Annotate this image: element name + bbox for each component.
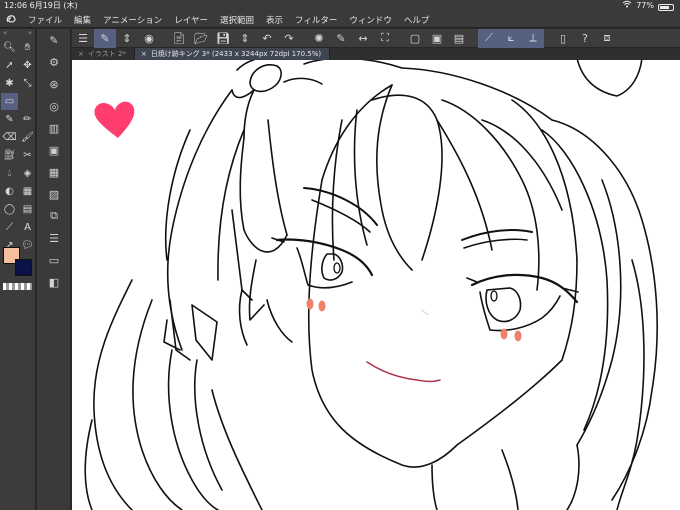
airbrush-icon[interactable]: ⛽︎ <box>1 147 18 164</box>
drawing-canvas[interactable] <box>72 60 680 510</box>
material-icon[interactable]: ◧ <box>37 271 71 293</box>
menu-help[interactable]: ヘルプ <box>398 14 436 26</box>
status-time: 12:06 6月19日 (木) <box>4 1 78 10</box>
ruler-icon[interactable]: ⟋ <box>1 219 18 236</box>
battery-icon <box>658 3 674 11</box>
navigator-icon[interactable]: ▭ <box>37 249 71 271</box>
shape-icon[interactable]: ◯ <box>1 201 18 218</box>
auto-select-icon[interactable]: ✱ <box>1 75 18 92</box>
command-bar: ☰ ✎ ⇕ ◉ 📄︎ 📂︎ 💾︎ ⇕ ↶ ↷ ✺ ✎ ↔ ⛶ ▢ ▣ ▤ ⟋ ⟀… <box>72 28 680 48</box>
balloon-icon[interactable]: 💬︎ <box>19 237 36 254</box>
operation-icon[interactable]: ➚ <box>1 57 18 74</box>
fill-layer-icon[interactable]: ✎ <box>330 29 352 48</box>
menu-layer[interactable]: レイヤー <box>168 14 214 26</box>
canvas-tabs: × イラスト 2* × 日焼け跡キング 3* (2433 x 3244px 72dp… <box>72 48 680 60</box>
battery-percent: 77% <box>636 1 654 10</box>
gradient-icon[interactable]: ◐ <box>1 183 18 200</box>
transparent-color-swatch[interactable] <box>3 283 32 290</box>
eraser-icon[interactable]: ⌫ <box>1 129 18 146</box>
deselect-icon[interactable]: ▣ <box>426 29 448 48</box>
transform-icon[interactable]: ↔ <box>352 29 374 48</box>
wifi-icon <box>622 0 632 12</box>
new-file-icon[interactable]: 📄︎ <box>168 29 190 48</box>
tool-property-icon[interactable]: ⚙︎ <box>37 51 71 73</box>
pencil-icon[interactable]: ✏︎ <box>19 111 36 128</box>
collapse-left-icon[interactable]: « <box>3 29 7 39</box>
eyedropper-icon[interactable]: ⤡ <box>19 75 36 92</box>
smartphone-icon[interactable]: ▯ <box>552 29 574 48</box>
decoration-icon[interactable]: ✂︎ <box>19 147 36 164</box>
crop-icon[interactable]: ⛶ <box>374 29 396 48</box>
menu-edit[interactable]: 編集 <box>68 14 97 26</box>
fill-icon[interactable]: ◈ <box>19 165 36 182</box>
line-art <box>84 60 659 510</box>
menu-bar: ファイル 編集 アニメーション レイヤー 選択範囲 表示 フィルター ウィンドウ… <box>0 12 680 28</box>
open-file-icon[interactable]: 📂︎ <box>190 29 212 48</box>
redo-icon[interactable]: ↷ <box>278 29 300 48</box>
frame-icon[interactable]: ▤ <box>19 201 36 218</box>
approx-color-icon[interactable]: ▦ <box>37 161 71 183</box>
sub-color-swatch[interactable] <box>15 259 32 276</box>
palette-bar: ✎ ⚙︎ ⊛ ◎ ▥ ▣ ▦ ▨ ⧉ ☰ ▭ ◧ <box>37 29 71 510</box>
close-icon[interactable]: × <box>78 48 84 60</box>
snap-special-ruler-icon[interactable]: ⟀ <box>500 28 522 48</box>
tab-illust-2[interactable]: × イラスト 2* <box>72 48 135 60</box>
select-all-icon[interactable]: ▢ <box>404 29 426 48</box>
snap-grid-icon[interactable]: ⟂ <box>522 28 544 48</box>
export-icon[interactable]: ⇕ <box>234 29 256 48</box>
clip-studio-logo-icon[interactable] <box>0 12 22 28</box>
snap-ruler-icon[interactable]: ⟋ <box>478 28 500 48</box>
move-icon[interactable]: ✥ <box>19 57 36 74</box>
pen-pressure-icon[interactable]: ✎ <box>94 28 116 48</box>
hamburger-menu-icon[interactable]: ☰ <box>72 29 94 48</box>
blend-icon[interactable]: 💧︎ <box>1 165 18 182</box>
color-history-icon[interactable]: ▨ <box>37 183 71 205</box>
tab-current[interactable]: × 日焼け跡キング 3* (2433 x 3244px 72dpi 170.5%) <box>134 48 331 60</box>
reference-icon[interactable]: ◉ <box>138 29 160 48</box>
menu-selection[interactable]: 選択範囲 <box>214 14 260 26</box>
layer-property-icon[interactable]: ☰ <box>37 227 71 249</box>
subtool-icon[interactable]: ✎ <box>37 29 71 51</box>
color-set-icon[interactable]: ▥ <box>37 117 71 139</box>
intermediate-color-icon[interactable]: ▣ <box>37 139 71 161</box>
menu-view[interactable]: 表示 <box>260 14 289 26</box>
zoom-icon[interactable]: 🔍︎ <box>1 39 18 56</box>
text-icon[interactable]: A <box>19 219 36 236</box>
edge-keyboard-icon[interactable]: ⧈ <box>596 29 618 48</box>
clear-icon[interactable]: ✺ <box>308 29 330 48</box>
save-icon[interactable]: 💾︎ <box>212 29 234 48</box>
brush-icon[interactable]: 🖌︎ <box>19 129 36 146</box>
selection-icon[interactable]: ▭ <box>1 93 18 110</box>
close-icon[interactable]: × <box>141 48 147 60</box>
figure-icon[interactable]: ▦ <box>19 183 36 200</box>
heart-mark <box>94 101 135 138</box>
stepper-icon[interactable]: ⇕ <box>116 29 138 48</box>
color-wheel-icon[interactable]: ◎ <box>37 95 71 117</box>
invert-selection-icon[interactable]: ▤ <box>448 29 470 48</box>
layer-icon[interactable]: ⧉ <box>37 205 71 227</box>
menu-window[interactable]: ウィンドウ <box>343 14 398 26</box>
menu-animation[interactable]: アニメーション <box>97 14 168 26</box>
hand-icon[interactable]: ✋︎ <box>19 39 36 56</box>
undo-icon[interactable]: ↶ <box>256 29 278 48</box>
help-icon[interactable]: ? <box>574 29 596 48</box>
status-bar: 12:06 6月19日 (木) 77% <box>0 0 680 12</box>
collapse-right-icon[interactable]: » <box>28 29 32 39</box>
brush-size-icon[interactable]: ⊛ <box>37 73 71 95</box>
tool-palette: «» 🔍︎ ✋︎ ➚ ✥ ✱ ⤡ ▭ ✎ ✏︎ ⌫ 🖌︎ ⛽︎ ✂︎ 💧︎ ◈ … <box>0 29 36 510</box>
menu-filter[interactable]: フィルター <box>289 14 343 26</box>
blank-slot-icon <box>19 93 36 110</box>
menu-file[interactable]: ファイル <box>22 14 68 26</box>
pen-icon[interactable]: ✎ <box>1 111 18 128</box>
